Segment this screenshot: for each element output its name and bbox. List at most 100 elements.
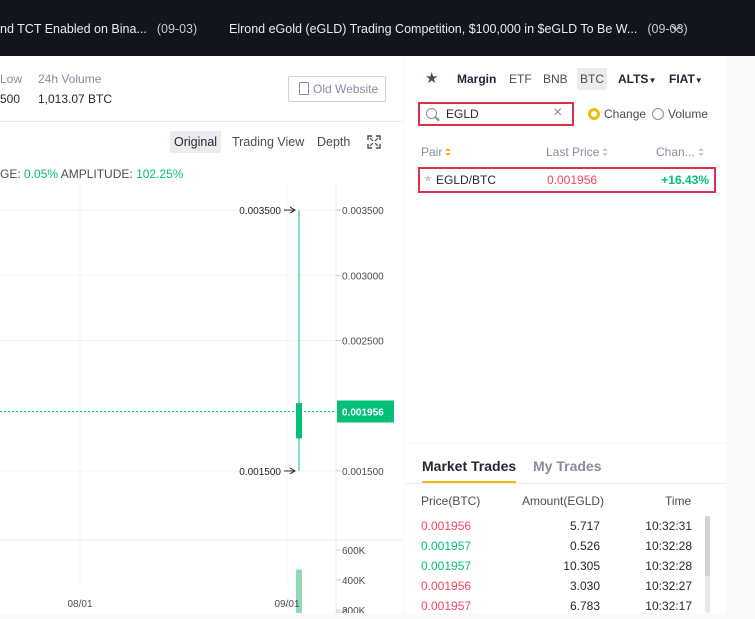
change-value: 0.05% <box>24 167 59 181</box>
tab-bnb[interactable]: BNB <box>540 68 571 90</box>
amplitude-value: 102.25% <box>136 167 184 181</box>
trade-price: 0.001957 <box>421 599 472 613</box>
x-tick-label: 09/01 <box>274 599 299 610</box>
tab-original[interactable]: Original <box>170 131 222 153</box>
announcement-item[interactable]: Elrond eGold (eGLD) Trading Competition,… <box>229 22 688 36</box>
divider <box>405 483 726 484</box>
old-website-label: Old Website <box>313 82 379 96</box>
star-icon[interactable]: ★ <box>423 172 433 185</box>
change-label: GE: <box>0 167 21 181</box>
low-marker-label: 0.001500 <box>239 467 281 478</box>
pair-name: EGLD/BTC <box>436 173 497 187</box>
tab-fiat[interactable]: FIAT▼ <box>666 68 706 90</box>
search-value: EGLD <box>446 107 479 121</box>
chevron-down-icon[interactable] <box>670 22 682 34</box>
star-icon[interactable]: ★ <box>425 69 438 87</box>
radio-volume-label: Volume <box>668 107 709 121</box>
trade-price: 0.001957 <box>421 559 472 573</box>
low-label: Low <box>0 72 23 86</box>
volume-tick-label: 400K <box>342 576 366 587</box>
caret-down-icon: ▼ <box>648 76 657 85</box>
clear-icon[interactable]: × <box>553 105 562 121</box>
trade-amount: 5.717 <box>569 519 600 533</box>
x-tick-label: 08/01 <box>67 599 92 610</box>
low-value: 500 <box>0 92 21 106</box>
price-tick-label: 0.002500 <box>342 337 384 348</box>
pair-change: +16.43% <box>661 173 709 187</box>
trade-row[interactable]: 0.001956 3.030 10:32:27 <box>405 579 726 599</box>
trade-time: 10:32:28 <box>645 559 692 573</box>
trade-amount: 0.526 <box>569 539 600 553</box>
col-pair[interactable]: Pair <box>421 145 452 159</box>
announcement-text: Elrond eGold (eGLD) Trading Competition,… <box>229 22 638 36</box>
trade-price: 0.001956 <box>421 579 472 593</box>
volume-label: 24h Volume <box>38 72 102 86</box>
market-panel: ★ Margin ETF BNB BTC ALTS▼ FIAT▼ EGLD × … <box>405 56 726 442</box>
tab-etf[interactable]: ETF <box>506 68 535 90</box>
trade-row[interactable]: 0.001956 5.717 10:32:31 <box>405 519 726 539</box>
col-pair-label: Pair <box>421 145 443 159</box>
trade-row[interactable]: 0.001957 6.783 10:32:17 <box>405 599 726 619</box>
high-marker-label: 0.003500 <box>239 206 281 217</box>
tab-btc[interactable]: BTC <box>577 68 607 90</box>
fullscreen-icon[interactable] <box>367 135 381 149</box>
candle-body <box>296 403 302 439</box>
trade-time: 10:32:17 <box>645 599 692 613</box>
chart-panel: Low 500 24h Volume 1,013.07 BTC Old Webs… <box>0 56 403 613</box>
trade-amount: 10.305 <box>563 559 600 573</box>
trade-time: 10:32:31 <box>645 519 692 533</box>
trade-price: 0.001957 <box>421 539 472 553</box>
trade-time: 10:32:27 <box>645 579 692 593</box>
caret-down-icon: ▼ <box>694 76 703 85</box>
col-last-price[interactable]: Last Price <box>546 145 609 159</box>
col-last-label: Last Price <box>546 145 600 159</box>
candlestick-plot[interactable]: 0.003500 0.003000 0.002500 0.001500 0.001956… <box>0 184 403 613</box>
volume-value: 1,013.07 BTC <box>38 92 113 106</box>
trade-row[interactable]: 0.001957 10.305 10:32:28 <box>405 559 726 579</box>
tab-my-trades[interactable]: My Trades <box>533 458 601 474</box>
tab-fiat-label: FIAT <box>669 72 695 86</box>
radio-unchecked-icon <box>652 108 664 120</box>
price-tick-label: 0.001500 <box>342 467 384 478</box>
price-chart: Original Trading View Depth GE: 0.05% AM… <box>0 122 403 613</box>
col-time: Time <box>665 494 692 508</box>
col-price: Price(BTC) <box>421 494 481 508</box>
tab-trading-view[interactable]: Trading View <box>228 131 308 153</box>
price-tick-label: 0.003000 <box>342 271 384 282</box>
col-change[interactable]: Chan... <box>656 145 704 159</box>
search-input[interactable]: EGLD × <box>418 102 574 126</box>
document-icon <box>299 82 309 95</box>
col-amount: Amount(EGLD) <box>522 494 605 508</box>
volume-tick-label: 600K <box>342 546 366 557</box>
trades-panel: Market Trades My Trades Price(BTC) Amoun… <box>405 444 726 613</box>
volume-tick-label: 0 <box>342 608 348 613</box>
sort-icon <box>697 148 704 157</box>
tab-margin[interactable]: Margin <box>454 68 499 90</box>
ticker-stats: Low 500 24h Volume 1,013.07 BTC Old Webs… <box>0 56 403 122</box>
trade-amount: 3.030 <box>569 579 600 593</box>
search-icon <box>426 108 437 119</box>
announcement-item[interactable]: nd TCT Enabled on Bina... (09-03) <box>0 22 197 36</box>
old-website-button[interactable]: Old Website <box>288 76 386 102</box>
col-change-label: Chan... <box>656 145 695 159</box>
trade-amount: 6.783 <box>569 599 600 613</box>
sort-icon <box>602 148 609 157</box>
current-price-label: 0.001956 <box>342 407 384 418</box>
chart-info: GE: 0.05% AMPLITUDE: 102.25% <box>0 167 183 181</box>
trade-price: 0.001956 <box>421 519 472 533</box>
trade-time: 10:32:28 <box>645 539 692 553</box>
pair-price: 0.001956 <box>547 173 598 187</box>
tab-market-trades[interactable]: Market Trades <box>422 458 517 483</box>
scrollbar-thumb[interactable] <box>705 516 710 576</box>
announcement-text: nd TCT Enabled on Bina... <box>0 22 147 36</box>
scrollbar[interactable] <box>705 516 710 613</box>
tab-alts[interactable]: ALTS▼ <box>615 68 659 90</box>
amplitude-label: AMPLITUDE: <box>60 167 133 181</box>
announcement-date: (09-03) <box>156 22 198 36</box>
radio-checked-icon <box>588 108 600 120</box>
sort-icon <box>445 148 452 157</box>
market-row[interactable]: ★ EGLD/BTC 0.001956 +16.43% <box>418 167 716 193</box>
tab-alts-label: ALTS <box>618 72 649 86</box>
tab-depth[interactable]: Depth <box>313 131 354 153</box>
trade-row[interactable]: 0.001957 0.526 10:32:28 <box>405 539 726 559</box>
